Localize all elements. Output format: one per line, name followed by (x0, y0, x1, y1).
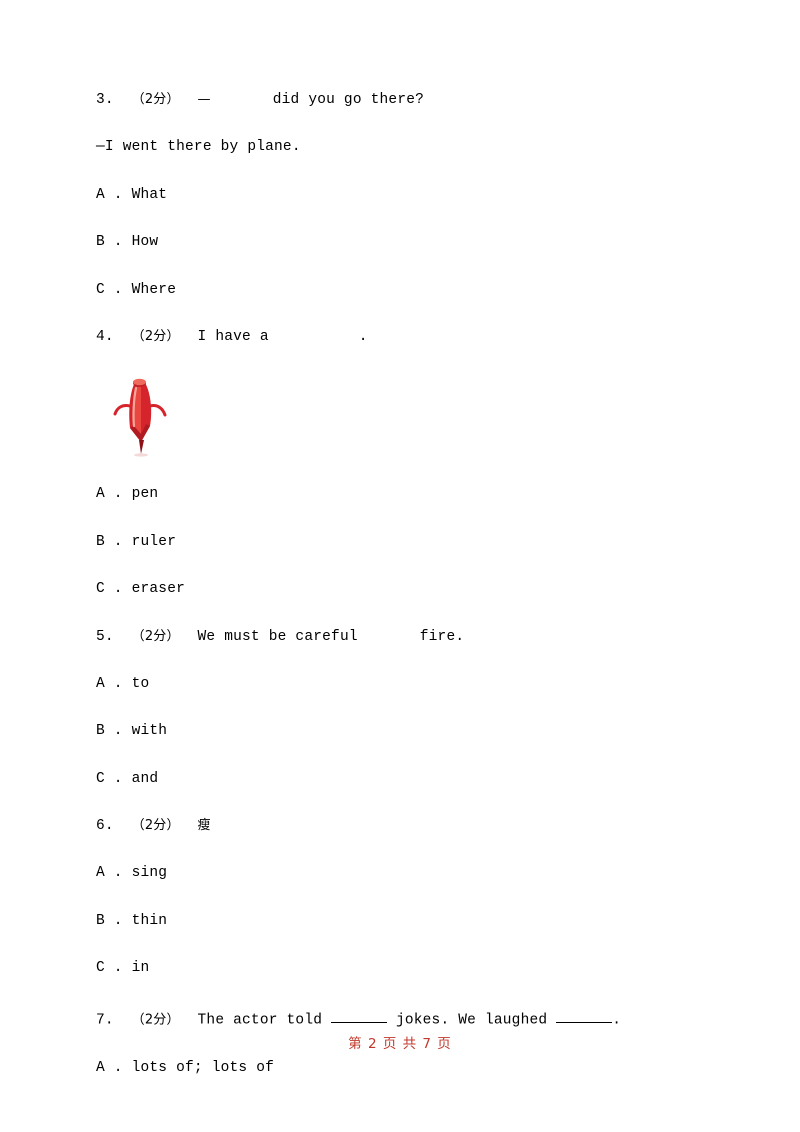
question-5-option-b[interactable]: B . with (96, 723, 716, 740)
question-3-stem: 3. （2分） — did you go there? (96, 92, 716, 109)
question-7-stem: 7. （2分） The actor told jokes. We laughed… (96, 1008, 716, 1030)
question-7-option-a[interactable]: A . lots of; lots of (96, 1060, 716, 1077)
question-6-stem: 6. （2分） 瘦 (96, 818, 716, 835)
question-5-marks: （2分） (131, 628, 180, 644)
question-6-option-a[interactable]: A . sing (96, 865, 716, 882)
question-3-continuation: —I went there by plane. (96, 139, 301, 156)
question-3-option-b[interactable]: B . How (96, 234, 716, 251)
question-7-stem-mid: jokes. We laughed (395, 1012, 548, 1029)
page-content: 3. （2分） — did you go there? —I went there… (96, 92, 716, 1107)
question-4-stem-text: I have a (197, 328, 269, 345)
question-5-stem-tail: fire. (419, 628, 465, 645)
question-4-stem-tail: . (358, 328, 368, 345)
question-4-option-b[interactable]: B . ruler (96, 534, 716, 551)
question-3-option-a[interactable]: A . What (96, 187, 716, 204)
document-page: 3. （2分） — did you go there? —I went there… (0, 0, 800, 1132)
question-4-number: 4. (96, 328, 114, 345)
question-6-option-b[interactable]: B . thin (96, 913, 716, 930)
question-6-marks: （2分） (131, 818, 180, 834)
question-5-stem: 5. （2分） We must be careful fire. (96, 629, 716, 646)
question-7-marks: （2分） (131, 1012, 180, 1028)
question-3-number: 3. (96, 92, 114, 108)
question-7-stem-tail: . (612, 1012, 622, 1029)
question-6-option-c[interactable]: C . in (96, 960, 716, 977)
question-4-option-a[interactable]: A . pen (96, 486, 716, 503)
question-6-stem-text: 瘦 (197, 818, 211, 834)
question-7-stem-text: The actor told (197, 1012, 323, 1029)
question-3-option-c[interactable]: C . Where (96, 282, 716, 299)
question-3-stem-dash: — (197, 92, 211, 107)
question-5-stem-text: We must be careful (197, 628, 358, 645)
question-7-number: 7. (96, 1012, 114, 1029)
question-5-number: 5. (96, 628, 114, 645)
question-4-image-block (96, 376, 716, 458)
question-7-blank-2 (556, 1008, 613, 1024)
question-3-stem-text: did you go there? (272, 92, 425, 108)
question-4-option-c[interactable]: C . eraser (96, 581, 716, 598)
question-6-number: 6. (96, 818, 114, 835)
question-4-marks: （2分） (131, 328, 180, 344)
red-pen-illustration-icon (113, 379, 167, 457)
question-7-blank-1 (331, 1008, 388, 1024)
page-footer: 第 2 页 共 7 页 (348, 1036, 452, 1052)
question-5-option-a[interactable]: A . to (96, 676, 716, 693)
question-4-stem: 4. （2分） I have a. (96, 329, 716, 346)
question-3-marks: （2分） (131, 92, 180, 107)
question-5-option-c[interactable]: C . and (96, 771, 716, 788)
